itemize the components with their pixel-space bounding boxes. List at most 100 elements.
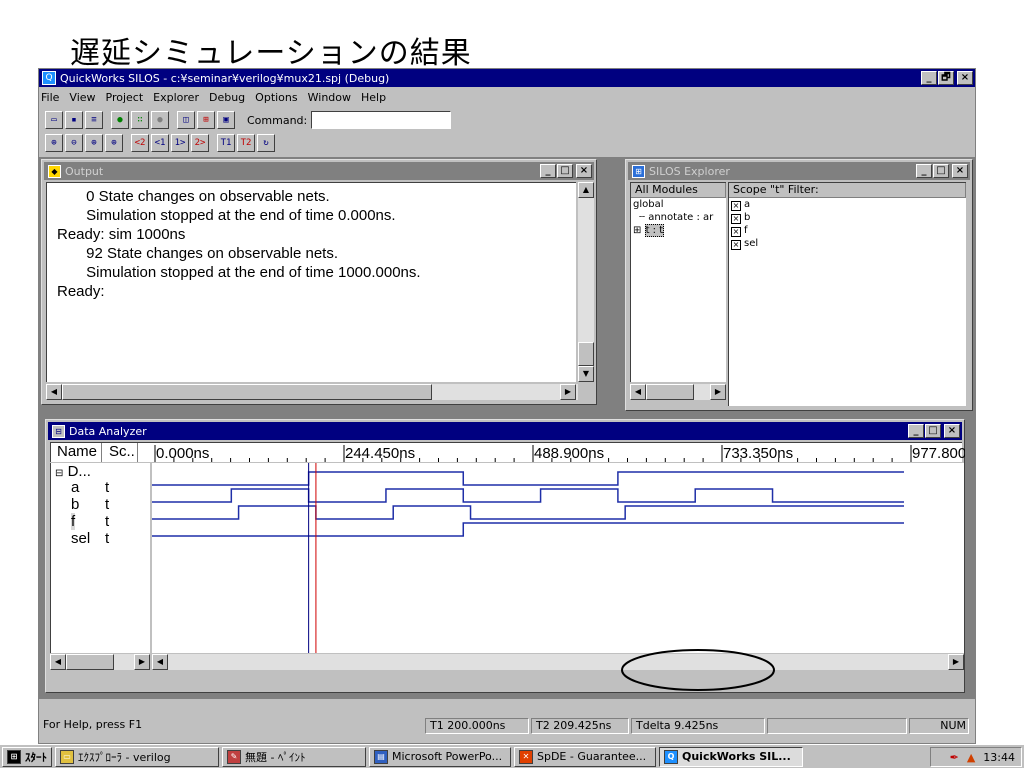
- clock[interactable]: 13:44: [983, 751, 1015, 764]
- analyzer-maximize-button[interactable]: □: [925, 424, 941, 438]
- command-input[interactable]: [311, 111, 452, 129]
- menu-file[interactable]: File: [41, 91, 59, 104]
- column-name-header[interactable]: Name: [57, 443, 103, 462]
- output-minimize-button[interactable]: _: [540, 164, 556, 178]
- refresh-button[interactable]: ↻: [257, 134, 275, 152]
- explorer-maximize-button[interactable]: □: [933, 164, 949, 178]
- output-titlebar[interactable]: ◆ Output _ □ ×: [44, 162, 594, 180]
- restore-button[interactable]: 🗗: [938, 71, 954, 85]
- menu-explorer[interactable]: Explorer: [153, 91, 199, 104]
- menu-help[interactable]: Help: [361, 91, 386, 104]
- window-titlebar[interactable]: Q QuickWorks SILOS - c:¥seminar¥verilog¥…: [39, 69, 975, 87]
- explorer-button[interactable]: ⊞: [197, 111, 215, 129]
- time-ruler[interactable]: Name Sc.. 0.000ns 244.450ns 488.900ns 733.3…: [50, 442, 965, 462]
- prev-edge-1-button[interactable]: <1: [151, 134, 169, 152]
- zoom-full-button[interactable]: ⊕: [85, 134, 103, 152]
- explorer-minimize-button[interactable]: _: [916, 164, 932, 178]
- scroll-thumb[interactable]: [646, 384, 694, 400]
- zoom-in-button[interactable]: ⊕: [45, 134, 63, 152]
- scroll-left-icon[interactable]: ◀: [50, 654, 66, 670]
- signal-row-a[interactable]: at: [71, 479, 109, 496]
- scroll-up-icon[interactable]: ▲: [578, 182, 594, 198]
- analyzer-button[interactable]: ▣: [217, 111, 235, 129]
- explorer-titlebar[interactable]: ⊞ SILOS Explorer _ □ ×: [628, 162, 970, 180]
- signal-row-b[interactable]: bt: [71, 496, 109, 513]
- step-button[interactable]: ∷: [131, 111, 149, 129]
- signal-list[interactable]: Scope "t" Filter: × a × b × f × sel: [728, 182, 966, 406]
- scroll-thumb[interactable]: [62, 384, 432, 400]
- task-powerpoint[interactable]: ▤ Microsoft PowerPo...: [369, 746, 511, 767]
- next-edge-2-button[interactable]: 2>: [191, 134, 209, 152]
- scroll-thumb[interactable]: [66, 654, 114, 670]
- scroll-down-icon[interactable]: ▼: [578, 366, 594, 382]
- signal-item-a[interactable]: × a: [729, 198, 966, 211]
- task-spde[interactable]: ✕ SpDE - Guarantee...: [514, 746, 656, 767]
- output-close-button[interactable]: ×: [576, 164, 592, 178]
- marker-t1-button[interactable]: T1: [217, 134, 235, 152]
- open-button[interactable]: ▭: [45, 111, 63, 129]
- tree-item-global[interactable]: global: [631, 198, 726, 211]
- explorer-close-button[interactable]: ×: [952, 164, 968, 178]
- menu-window[interactable]: Window: [308, 91, 351, 104]
- tree-item-t[interactable]: ⊞ t : t: [631, 224, 726, 237]
- menu-debug[interactable]: Debug: [209, 91, 245, 104]
- marker-t2-button[interactable]: T2: [237, 134, 255, 152]
- view-button[interactable]: ◫: [177, 111, 195, 129]
- analyzer-close-button[interactable]: ×: [944, 424, 960, 438]
- output-text[interactable]: 0 State changes on observable nets. Simu…: [46, 182, 576, 382]
- names-hscrollbar[interactable]: ◀ ▶: [50, 654, 150, 670]
- scroll-thumb[interactable]: [578, 342, 594, 366]
- signal-item-f[interactable]: × f: [729, 224, 966, 237]
- signal-row-sel[interactable]: sel t: [71, 530, 109, 547]
- task-paint[interactable]: ✎ 無題 - ﾍﾟｲﾝﾄ: [222, 746, 366, 767]
- waveform-sel: [152, 522, 904, 537]
- menu-view[interactable]: View: [69, 91, 95, 104]
- prev-edge-2-button[interactable]: <2: [131, 134, 149, 152]
- pen-icon[interactable]: ✒: [950, 751, 959, 764]
- scroll-right-icon[interactable]: ▶: [560, 384, 576, 400]
- data-analyzer-titlebar[interactable]: ⊟ Data Analyzer _ □ ×: [48, 422, 962, 440]
- tree-item-annotate[interactable]: ┄ annotate : ar: [631, 211, 726, 224]
- checkbox-checked-icon[interactable]: ×: [731, 240, 741, 250]
- go-button[interactable]: ●: [111, 111, 129, 129]
- module-tree[interactable]: All Modules global ┄ annotate : ar ⊞ t :…: [630, 182, 726, 382]
- signal-item-sel[interactable]: × sel: [729, 237, 966, 250]
- waveform-view[interactable]: [152, 463, 964, 653]
- task-explorer[interactable]: ▭ ｴｸｽﾌﾟﾛｰﾗ - verilog: [55, 746, 219, 767]
- zoom-area-button[interactable]: ⊕: [105, 134, 123, 152]
- expand-icon[interactable]: ⊞: [633, 225, 641, 236]
- save-button[interactable]: ▪: [65, 111, 83, 129]
- next-edge-1-button[interactable]: 1>: [171, 134, 189, 152]
- wave-hscrollbar[interactable]: ◀ ▶: [152, 654, 964, 670]
- output-vscrollbar[interactable]: ▲ ▼: [578, 182, 594, 382]
- collapse-icon[interactable]: ⊟: [55, 468, 63, 479]
- output-hscrollbar[interactable]: ◀ ▶: [46, 384, 578, 400]
- warning-icon[interactable]: ▲: [967, 751, 975, 764]
- scroll-right-icon[interactable]: ▶: [948, 654, 964, 670]
- scroll-left-icon[interactable]: ◀: [46, 384, 62, 400]
- tree-hscrollbar[interactable]: ◀ ▶: [630, 384, 726, 400]
- checkbox-checked-icon[interactable]: ×: [731, 201, 741, 211]
- menu-project[interactable]: Project: [106, 91, 144, 104]
- group-label[interactable]: ⊟ D...: [55, 463, 91, 480]
- scroll-right-icon[interactable]: ▶: [710, 384, 726, 400]
- task-quickworks[interactable]: Q QuickWorks SIL...: [659, 746, 803, 767]
- import-button[interactable]: ≡: [85, 111, 103, 129]
- data-analyzer-title: Data Analyzer: [69, 424, 147, 438]
- scroll-left-icon[interactable]: ◀: [630, 384, 646, 400]
- signal-row-f[interactable]: ft: [71, 513, 109, 530]
- checkbox-checked-icon[interactable]: ×: [731, 227, 741, 237]
- output-maximize-button[interactable]: □: [557, 164, 573, 178]
- scroll-right-icon[interactable]: ▶: [134, 654, 150, 670]
- menu-options[interactable]: Options: [255, 91, 297, 104]
- close-button[interactable]: ×: [957, 71, 973, 85]
- signal-item-b[interactable]: × b: [729, 211, 966, 224]
- start-button[interactable]: ⊞ ｽﾀｰﾄ: [2, 746, 52, 767]
- scroll-left-icon[interactable]: ◀: [152, 654, 168, 670]
- column-scope-header[interactable]: Sc..: [109, 443, 138, 462]
- analyzer-minimize-button[interactable]: _: [908, 424, 924, 438]
- minimize-button[interactable]: _: [921, 71, 937, 85]
- stop-button[interactable]: ●: [151, 111, 169, 129]
- zoom-out-button[interactable]: ⊖: [65, 134, 83, 152]
- checkbox-checked-icon[interactable]: ×: [731, 214, 741, 224]
